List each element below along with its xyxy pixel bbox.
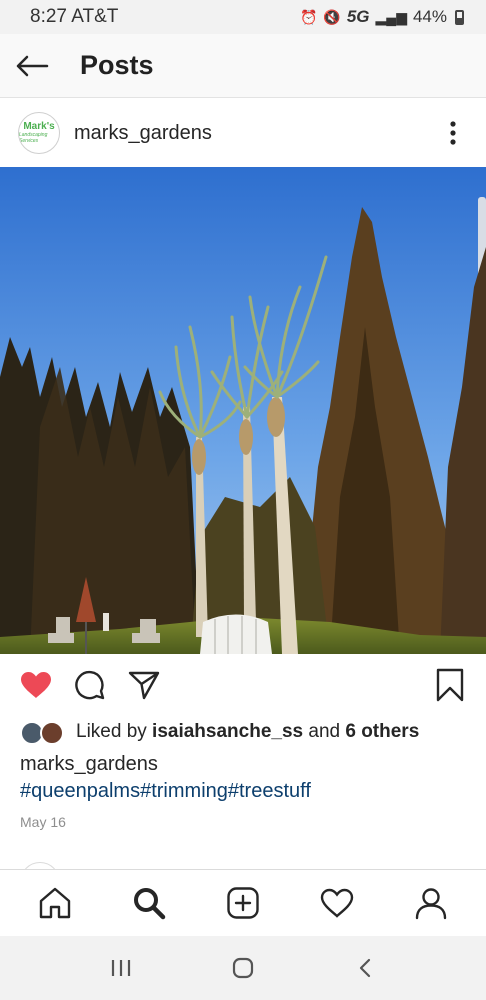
nav-activity[interactable] [313,879,361,927]
system-home-button[interactable] [223,948,263,988]
home-icon [39,887,71,919]
likes-others[interactable]: 6 others [345,721,419,743]
nav-home[interactable] [31,879,79,927]
caption-hashtags[interactable]: #queenpalms#trimming#treestuff [20,780,311,803]
back-button[interactable] [0,34,64,98]
bottom-navigation [0,869,486,936]
heart-filled-icon [21,672,51,698]
status-time: 8:27 AT&T [30,6,119,27]
more-vertical-icon [450,121,456,145]
likes-middle: and [303,721,346,742]
post-actions [0,662,486,708]
save-button[interactable] [432,667,468,703]
comment-icon [75,670,105,700]
liker-avatars [20,719,66,745]
post-date: May 16 [20,814,66,830]
comment-button[interactable] [72,667,108,703]
nav-profile[interactable] [407,879,455,927]
avatar[interactable]: Mark's Landscaping Services [18,112,60,154]
recent-apps-button[interactable] [101,948,141,988]
caption-username[interactable]: marks_gardens [20,753,158,776]
signal-icon: ▂▄▆ [375,8,407,25]
page-title: Posts [80,50,154,80]
liked-by-user[interactable]: isaiahsanche_ss [152,721,303,743]
post-header: Mark's Landscaping Services marks_garden… [0,99,486,167]
search-icon [134,888,166,920]
back-chevron-icon [359,958,371,978]
status-icons: ⏰ 🔇 5G ▂▄▆ 44% [300,7,464,27]
network-label: 5G [346,7,370,26]
profile-icon [415,888,447,920]
nav-add-post[interactable] [219,879,267,927]
like-button[interactable] [18,667,54,703]
bookmark-icon [436,668,464,702]
battery-percent: 44% [412,7,447,26]
likes-summary[interactable]: Liked by isaiahsanche_ss and 6 others [20,716,419,748]
more-options-button[interactable] [438,113,468,153]
arrow-left-icon [16,55,49,76]
home-button-icon [232,957,254,979]
mute-icon: 🔇 [323,8,341,25]
avatar [40,721,64,745]
nav-search[interactable] [125,879,173,927]
recent-apps-icon [111,960,131,976]
avatar-logo-sub: Landscaping Services [19,132,48,144]
send-icon [128,671,160,700]
likes-prefix: Liked by [76,721,153,742]
share-button[interactable] [126,667,162,703]
avatar-logo-text: Mark's [23,121,55,132]
system-navigation [0,936,486,1000]
app-header: Posts [0,34,486,98]
post-photo[interactable] [0,167,486,654]
system-back-button[interactable] [345,948,385,988]
post-username[interactable]: marks_gardens [74,122,438,145]
post-image [0,167,486,654]
activity-heart-icon [320,888,354,918]
alarm-icon: ⏰ [299,8,318,25]
add-post-icon [227,887,259,919]
battery-icon [455,9,464,25]
status-bar: 8:27 AT&T ⏰ 🔇 5G ▂▄▆ 44% [0,0,486,34]
